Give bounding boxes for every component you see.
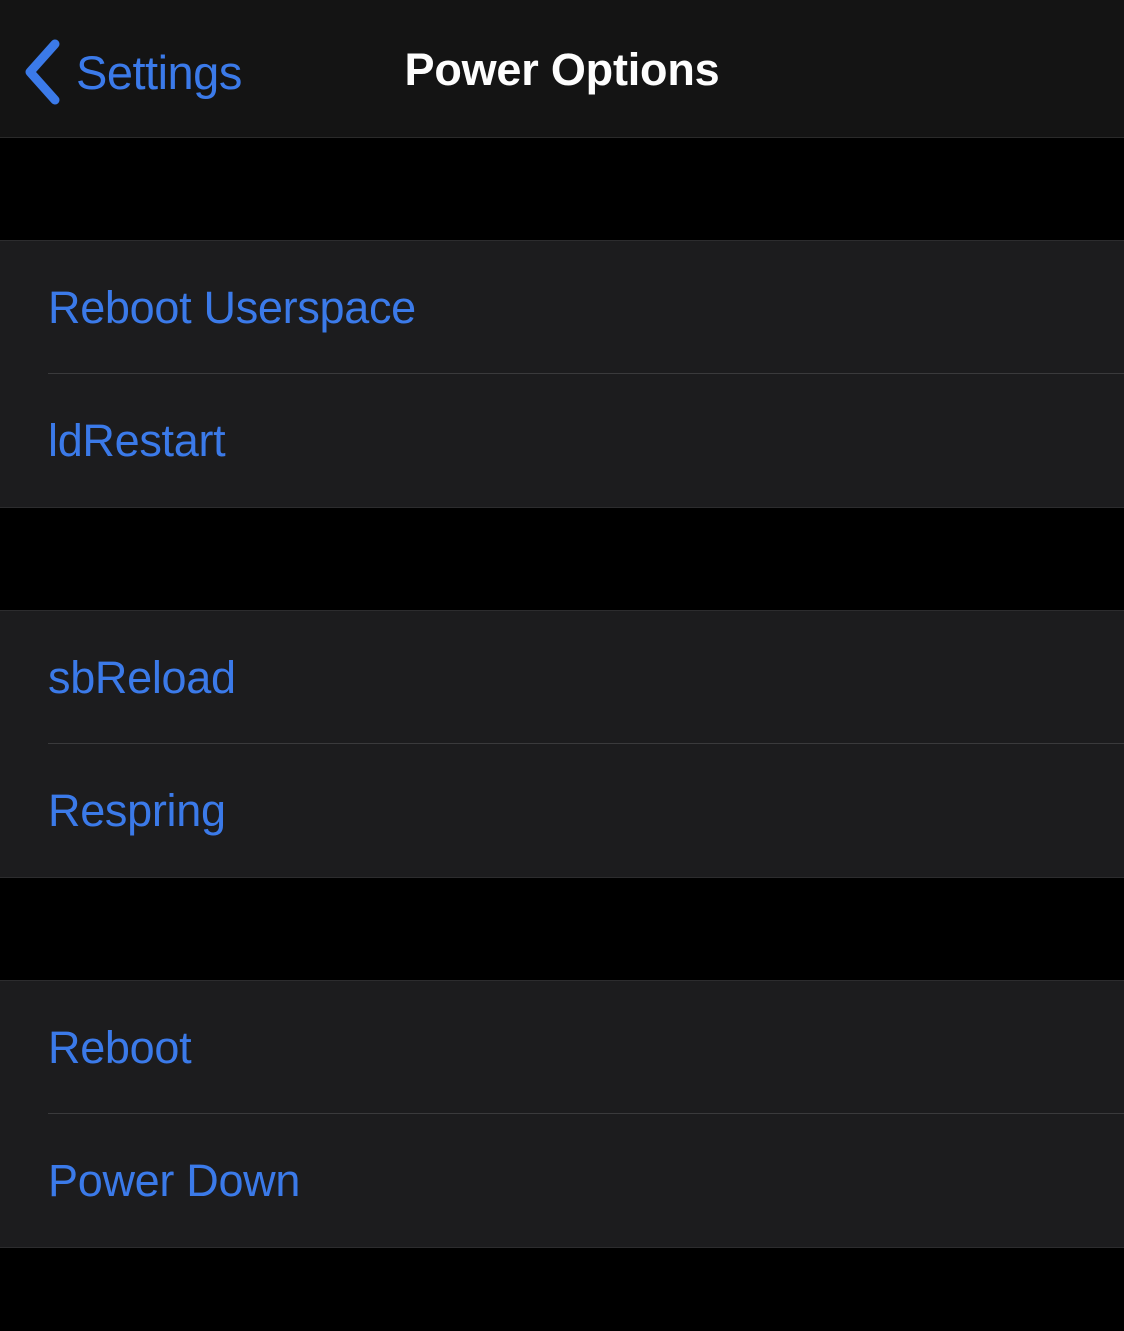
row-label: Respring: [48, 785, 226, 836]
row-label: Reboot: [48, 1022, 192, 1073]
row-ldrestart[interactable]: ldRestart: [0, 374, 1124, 507]
row-sbreload[interactable]: sbReload: [0, 611, 1124, 744]
row-reboot-userspace[interactable]: Reboot Userspace: [0, 241, 1124, 374]
settings-screen: Settings Power Options Reboot Userspace …: [0, 0, 1124, 1331]
row-label: sbReload: [48, 652, 236, 703]
section-springboard: sbReload Respring: [0, 610, 1124, 878]
row-power-down[interactable]: Power Down: [0, 1114, 1124, 1247]
row-label: Power Down: [48, 1155, 301, 1206]
section-userspace: Reboot Userspace ldRestart: [0, 240, 1124, 508]
navigation-bar: Settings Power Options: [0, 0, 1124, 138]
row-label: ldRestart: [48, 415, 226, 466]
settings-table: Reboot Userspace ldRestart sbReload Resp…: [0, 138, 1124, 1331]
row-reboot[interactable]: Reboot: [0, 981, 1124, 1114]
section-device-power: Reboot Power Down: [0, 980, 1124, 1248]
page-title: Power Options: [404, 44, 720, 95]
row-respring[interactable]: Respring: [0, 744, 1124, 877]
row-label: Reboot Userspace: [48, 282, 416, 333]
